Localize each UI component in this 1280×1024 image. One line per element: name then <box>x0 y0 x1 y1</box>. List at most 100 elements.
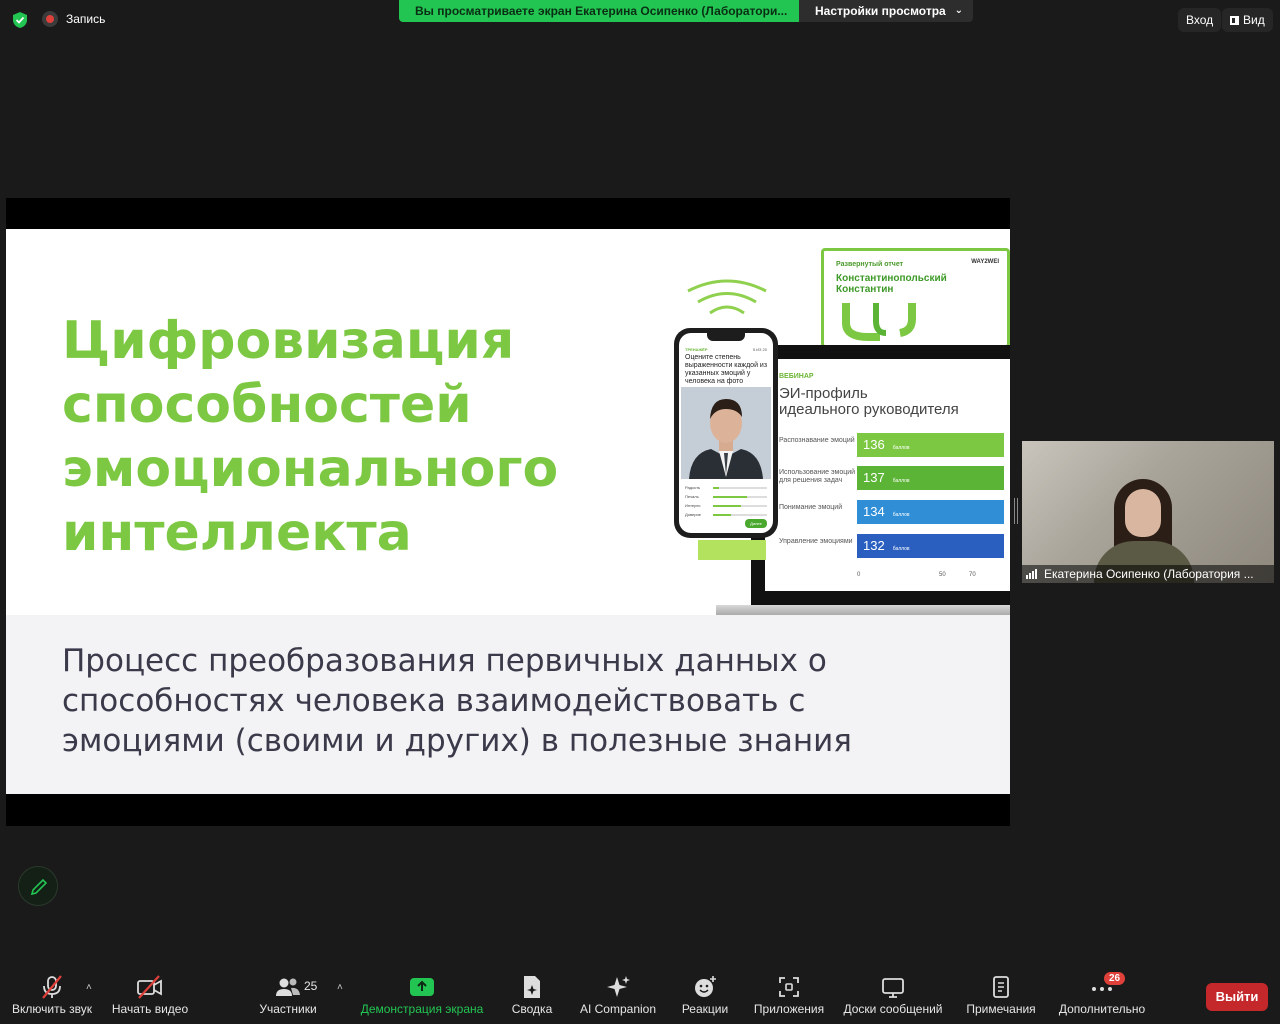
meeting-toolbar: Включить звук ˄ Начать видео Участники 2… <box>0 964 1280 1024</box>
slide-subtitle-line: эмоциями (своими и других) в полезные зн… <box>62 723 852 759</box>
view-settings-dropdown[interactable]: Настройки просмотра ⌄ <box>799 0 973 22</box>
slider-label: Интерес <box>685 503 701 508</box>
report-brand: WAY2WEI <box>971 259 999 265</box>
speaker-video-tile[interactable]: Екатерина Осипенко (Лаборатория ... <box>1022 441 1274 583</box>
enter-fullscreen-label: Вход <box>1186 13 1214 27</box>
slider-fill <box>713 514 731 516</box>
participants-count: 25 <box>304 979 318 993</box>
summary-icon <box>504 974 560 1000</box>
bar-understanding: 134 баллов <box>857 500 1004 524</box>
report-name-line: Константин <box>836 284 894 295</box>
report-preview: Развернутый отчет WAY2WEI Константинопол… <box>821 248 1010 348</box>
view-button[interactable]: Вид <box>1222 8 1273 32</box>
slider-row[interactable]: Интерес <box>685 503 769 508</box>
resize-handle[interactable] <box>1014 498 1018 524</box>
reactions-label: Реакции <box>681 1002 729 1016</box>
webinar-title: ЭИ-профиль идеального руководителя <box>779 386 959 418</box>
recording-indicator[interactable]: Запись <box>42 11 105 27</box>
apps-label: Приложения <box>753 1002 825 1016</box>
bar-unit: баллов <box>892 546 910 552</box>
leave-button[interactable]: Выйти <box>1206 983 1268 1011</box>
whiteboards-label: Доски сообщений <box>843 1002 943 1016</box>
grid-icon <box>1230 16 1239 25</box>
webinar-title-line: идеального руководителя <box>779 401 959 418</box>
smiley-icon <box>676 974 734 1000</box>
slider-label: Радость <box>685 485 701 490</box>
bar-value: 136 <box>863 437 885 452</box>
signal-strength-icon <box>1026 569 1037 579</box>
slide-title-line: эмоционального <box>62 439 559 499</box>
presentation-slide: Цифровизация способностей эмоционального… <box>6 229 1010 794</box>
slider-track <box>713 496 767 498</box>
start-video-button[interactable]: Начать видео <box>108 974 192 1016</box>
axis-tick: 70 <box>969 572 976 578</box>
bar-unit: баллов <box>892 445 910 451</box>
unmute-button[interactable]: Включить звук <box>6 974 98 1016</box>
slide-title-line: интеллекта <box>62 503 412 563</box>
wifi-icon <box>687 279 767 315</box>
shield-icon[interactable] <box>10 10 30 30</box>
chevron-up-icon[interactable]: ˄ <box>337 982 343 993</box>
share-screen-button[interactable]: Демонстрация экрана <box>360 974 484 1016</box>
sparkle-icon <box>576 974 660 1000</box>
more-label: Дополнительно <box>1058 1002 1146 1016</box>
annotate-button[interactable] <box>18 866 58 906</box>
report-label: Развернутый отчет <box>836 261 904 268</box>
phone-tag: ТРЕНАЖЁР <box>685 347 708 352</box>
whiteboards-button[interactable]: Доски сообщений <box>840 974 946 1016</box>
person-photo <box>681 387 771 479</box>
bar-value: 134 <box>863 504 885 519</box>
speaker-name-bar: Екатерина Осипенко (Лаборатория ... <box>1022 565 1274 583</box>
report-tree-graphic <box>842 303 916 341</box>
slider-track <box>713 505 767 507</box>
notes-button[interactable]: Примечания <box>962 974 1040 1016</box>
report-name: Константинопольский Константин <box>836 273 947 295</box>
reactions-button[interactable]: Реакции <box>676 974 734 1016</box>
summary-button[interactable]: Сводка <box>504 974 560 1016</box>
notification-badge: 26 <box>1104 972 1126 985</box>
slider-track <box>713 487 767 489</box>
shared-screen[interactable]: Цифровизация способностей эмоционального… <box>6 198 1010 826</box>
slider-row[interactable]: Радость <box>685 485 769 490</box>
slide-subtitle: Процесс преобразования первичных данных … <box>62 641 962 761</box>
pencil-icon <box>30 878 48 896</box>
bar-recognition: 136 баллов <box>857 433 1004 457</box>
slider-row[interactable]: Доверие <box>685 512 769 517</box>
webinar-tag: ВЕБИНАР <box>779 373 814 380</box>
slide-title: Цифровизация способностей эмоционального… <box>62 309 582 565</box>
phone-screen: ТРЕНАЖЁР 5 ИЗ 20 Оцените степень выражен… <box>679 333 773 533</box>
slider-track <box>713 514 767 516</box>
ai-companion-label: AI Companion <box>579 1002 657 1016</box>
monitor-graphic: ВЕБИНАР ЭИ-профиль идеального руководите… <box>751 345 1010 605</box>
apps-icon <box>750 974 828 1000</box>
record-icon <box>42 11 58 27</box>
bar-unit: баллов <box>892 478 910 484</box>
more-button[interactable]: Дополнительно <box>1056 974 1148 1016</box>
apps-button[interactable]: Приложения <box>750 974 828 1016</box>
chevron-up-icon[interactable]: ˄ <box>86 982 92 993</box>
more-dots-icon <box>1056 974 1148 1000</box>
start-video-label: Начать видео <box>111 1002 189 1016</box>
bar-unit: баллов <box>892 512 910 518</box>
webinar-screen: ВЕБИНАР ЭИ-профиль идеального руководите… <box>765 359 1010 591</box>
slide-subtitle-line: Процесс преобразования первичных данных … <box>62 643 827 679</box>
enter-fullscreen-button[interactable]: Вход <box>1178 8 1222 32</box>
slider-label: Доверие <box>685 512 701 517</box>
share-screen-label: Демонстрация экрана <box>360 1002 484 1016</box>
view-settings-label: Настройки просмотра <box>815 4 946 18</box>
slider-row[interactable]: Печаль <box>685 494 769 499</box>
phone-question: Оцените степень выраженности каждой из у… <box>685 354 768 385</box>
view-label: Вид <box>1243 13 1265 27</box>
slider-label: Печаль <box>685 494 699 499</box>
notes-label: Примечания <box>966 1002 1036 1016</box>
bar-label: Распознавание эмоций <box>779 437 855 444</box>
slide-title-line: Цифровизация <box>62 311 515 371</box>
slider-fill <box>713 496 747 498</box>
ai-companion-button[interactable]: AI Companion <box>576 974 660 1016</box>
recording-label: Запись <box>66 12 106 26</box>
video-off-icon <box>108 974 192 1000</box>
whiteboard-icon <box>840 974 946 1000</box>
axis-tick: 0 <box>857 572 861 578</box>
speaker-face <box>1125 489 1161 537</box>
bar-label: Использование эмоций для решения задач <box>779 469 856 484</box>
